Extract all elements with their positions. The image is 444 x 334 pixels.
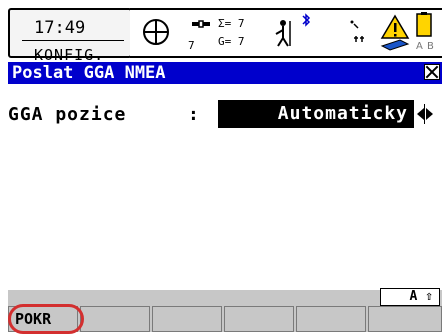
- status-header: 17:49 KONFIG. 7 Σ= 7 G= 7 A B: [0, 0, 444, 63]
- warning-icon: [380, 14, 410, 51]
- mode-label: KONFIG.: [34, 46, 105, 64]
- fkey-f6[interactable]: [368, 306, 442, 332]
- fkey-f3[interactable]: [152, 306, 222, 332]
- gga-position-label: GGA pozice: [8, 104, 127, 125]
- satellites-g: G= 7: [218, 35, 245, 48]
- shift-indicator: A ⇧: [380, 288, 440, 306]
- form-panel: GGA pozice : Automaticky: [8, 84, 442, 292]
- highlight-ring: [8, 304, 84, 334]
- gps-crosshair-icon: [143, 19, 169, 45]
- fkey-f4[interactable]: [224, 306, 294, 332]
- satellite-icon: [192, 20, 210, 28]
- time-mode-panel: 17:49 KONFIG.: [8, 8, 132, 63]
- arrow-separator: [424, 104, 425, 124]
- svg-text:B: B: [427, 41, 434, 52]
- label-colon: :: [188, 104, 199, 125]
- arrow-right-icon: [426, 108, 433, 120]
- divider: [22, 40, 124, 41]
- fkey-f2[interactable]: [80, 306, 150, 332]
- close-button[interactable]: [424, 64, 440, 80]
- gps-count: 7: [188, 39, 195, 52]
- status-icons: 7 Σ= 7 G= 7 A B: [130, 8, 442, 58]
- satellites-sigma: Σ= 7: [218, 17, 245, 30]
- arrow-left-icon: [417, 108, 424, 120]
- window-title: Poslat GGA NMEA: [12, 63, 166, 83]
- gga-position-select[interactable]: Automaticky: [218, 100, 414, 128]
- bluetooth-icon: [302, 13, 311, 27]
- clock: 17:49: [34, 18, 86, 38]
- battery-icon: A B: [416, 12, 434, 52]
- fkey-f5[interactable]: [296, 306, 366, 332]
- select-arrows[interactable]: [414, 100, 436, 128]
- svg-text:A: A: [416, 41, 423, 52]
- window-title-bar: Poslat GGA NMEA: [8, 62, 442, 84]
- connection-icon: [350, 20, 364, 42]
- device-screen: 17:49 KONFIG. 7 Σ= 7 G= 7 A B Poslat GGA…: [0, 0, 444, 334]
- surveyor-icon: [275, 20, 291, 47]
